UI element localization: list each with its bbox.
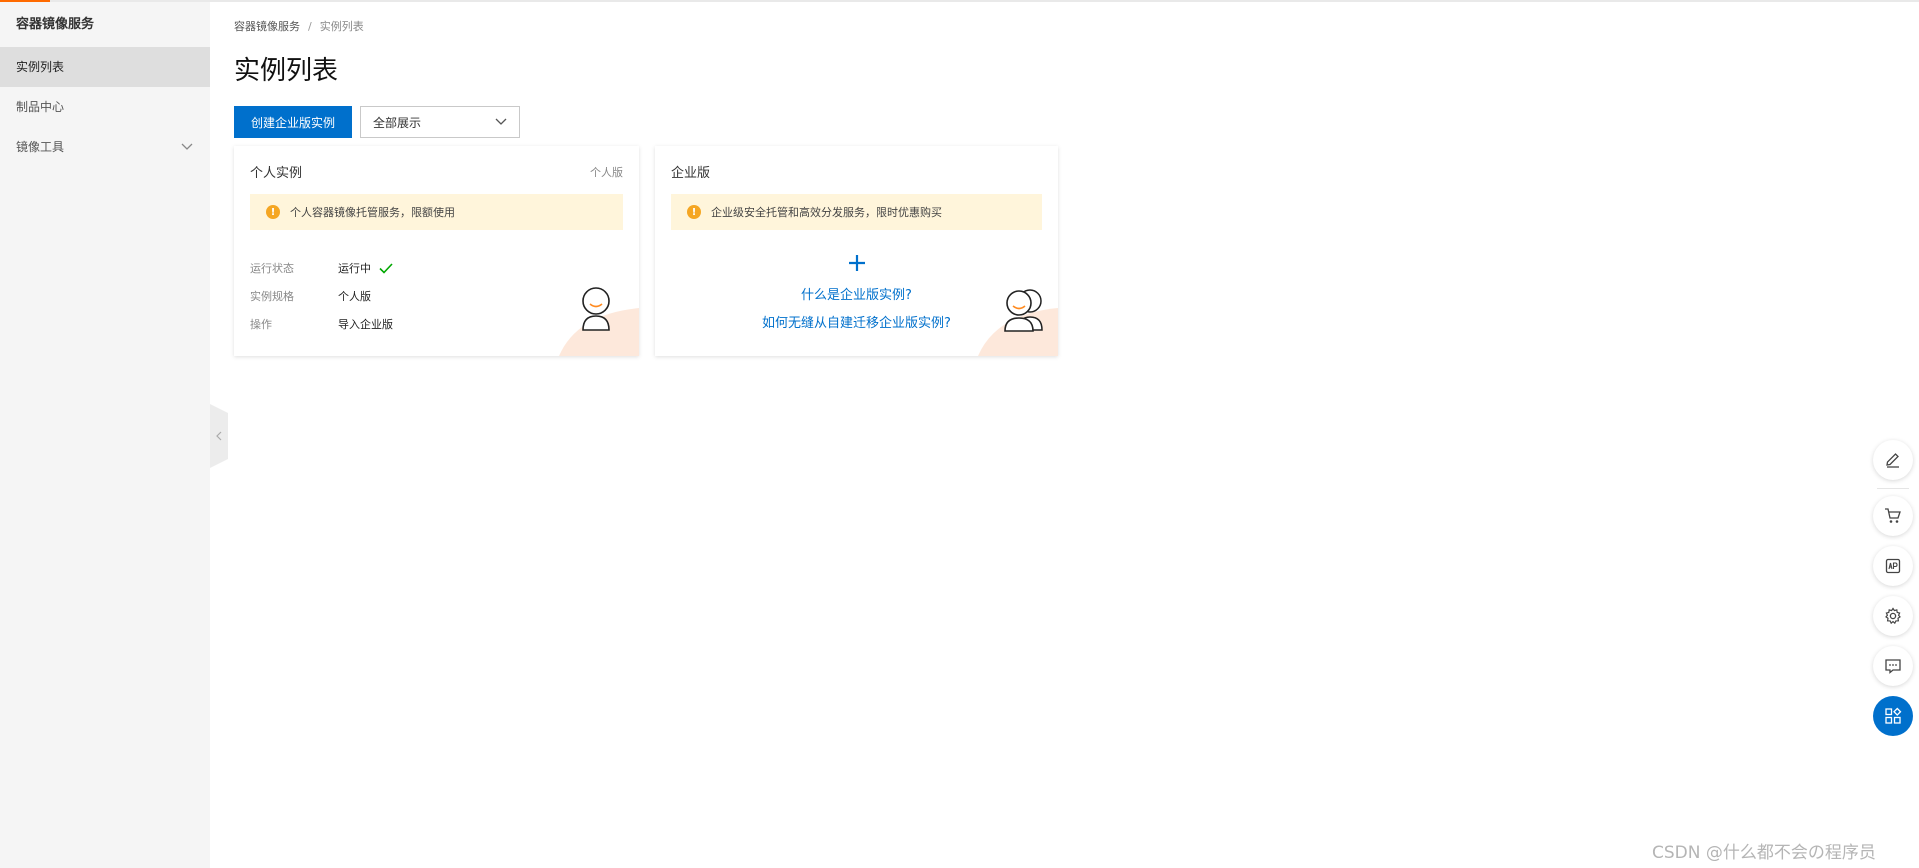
status-row: 运行状态 运行中	[250, 260, 393, 276]
display-filter-select[interactable]: 全部展示	[360, 106, 520, 138]
display-filter-value: 全部展示	[373, 115, 422, 130]
sidebar-item-label: 实例列表	[16, 60, 65, 74]
warning-icon: !	[266, 205, 280, 219]
edit-button[interactable]	[1873, 440, 1913, 480]
edition-tag: 个人版	[590, 166, 623, 179]
status-value: 运行中	[338, 260, 393, 276]
toolbar: 创建企业版实例 全部展示	[234, 106, 520, 138]
spec-value: 个人版	[338, 290, 371, 303]
settings-button[interactable]	[1873, 596, 1913, 636]
multi-user-icon	[1004, 289, 1043, 332]
sidebar-item-image-tools[interactable]: 镜像工具	[0, 127, 210, 167]
operation-row: 操作 导入企业版	[250, 316, 393, 332]
add-enterprise-instance-button[interactable]	[655, 254, 1058, 272]
check-icon	[379, 262, 393, 274]
single-user-icon	[582, 287, 610, 331]
warning-icon: !	[687, 205, 701, 219]
chevron-down-icon[interactable]	[180, 127, 194, 167]
chevron-down-icon	[495, 118, 507, 125]
page-title: 实例列表	[234, 56, 339, 86]
api-button[interactable]	[1873, 546, 1913, 586]
toolbar-divider	[1877, 488, 1909, 489]
breadcrumb-current: 实例列表	[319, 20, 364, 33]
gear-icon	[1885, 607, 1901, 625]
breadcrumb-root[interactable]: 容器镜像服务	[234, 20, 300, 33]
status-text: 运行中	[338, 262, 371, 275]
enterprise-instance-card: 企业版 ! 企业级安全托管和高效分发服务，限时优惠购买 什么是企业版实例? 如何…	[655, 146, 1058, 356]
breadcrumb-separator: /	[308, 20, 312, 33]
cart-button[interactable]	[1873, 496, 1913, 536]
apps-button[interactable]	[1873, 696, 1913, 736]
import-enterprise-link[interactable]: 导入企业版	[338, 316, 393, 332]
card-title: 个人实例	[250, 166, 303, 181]
sidebar-collapse-handle[interactable]	[210, 404, 228, 468]
spec-row: 实例规格 个人版	[250, 288, 371, 304]
notice-text: 个人容器镜像托管服务，限额使用	[290, 206, 455, 219]
sidebar: 容器镜像服务 实例列表 制品中心 镜像工具	[0, 2, 210, 868]
apps-grid-icon	[1885, 707, 1902, 724]
sidebar-item-artifact-center[interactable]: 制品中心	[0, 87, 210, 127]
sidebar-item-label: 制品中心	[16, 100, 65, 114]
main-content: 容器镜像服务 / 实例列表 实例列表 创建企业版实例 全部展示 个人实例 个人版 !…	[234, 2, 1834, 868]
breadcrumb: 容器镜像服务 / 实例列表	[234, 18, 364, 34]
plus-icon	[848, 255, 865, 271]
status-label: 运行状态	[250, 262, 294, 275]
personal-instance-card: 个人实例 个人版 ! 个人容器镜像托管服务，限额使用 运行状态 运行中 实例规格…	[234, 146, 639, 356]
watermark: CSDN @什么都不会の程序员	[1652, 843, 1876, 863]
create-enterprise-instance-button[interactable]: 创建企业版实例	[234, 106, 352, 138]
operation-label: 操作	[250, 318, 272, 331]
sidebar-title: 容器镜像服务	[16, 17, 95, 32]
chevron-left-icon	[216, 431, 222, 441]
sidebar-item-instance-list[interactable]: 实例列表	[0, 47, 210, 87]
notice-banner: ! 个人容器镜像托管服务，限额使用	[250, 194, 623, 230]
chat-icon	[1885, 659, 1901, 674]
notice-banner: ! 企业级安全托管和高效分发服务，限时优惠购买	[671, 194, 1042, 230]
card-title: 企业版	[671, 166, 711, 181]
sidebar-item-label: 镜像工具	[16, 140, 65, 154]
pencil-icon	[1886, 453, 1899, 468]
notice-text: 企业级安全托管和高效分发服务，限时优惠购买	[711, 206, 942, 219]
spec-label: 实例规格	[250, 290, 294, 303]
cart-icon	[1885, 508, 1901, 523]
feedback-button[interactable]	[1873, 646, 1913, 686]
api-icon	[1885, 558, 1901, 574]
